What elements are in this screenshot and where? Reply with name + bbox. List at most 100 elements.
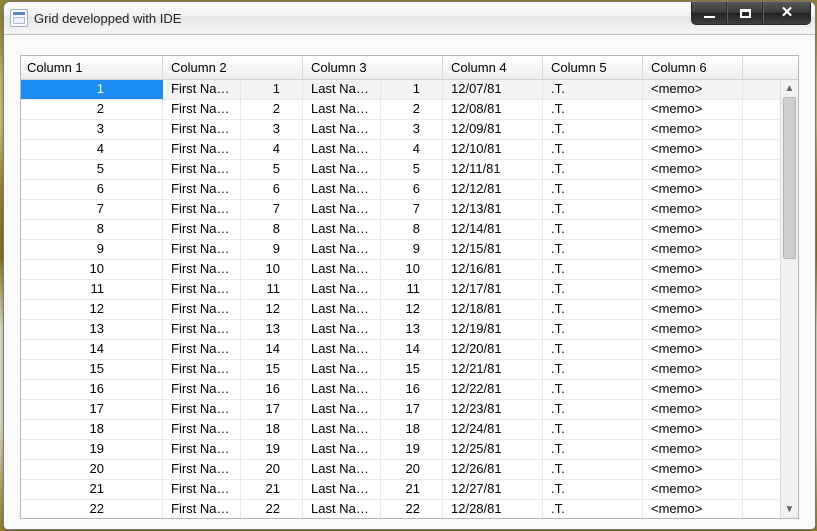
cell-c5[interactable]: .T.	[543, 140, 643, 160]
table-row[interactable]: 9First Name9Last Name912/15/81.T.<memo>	[21, 240, 781, 260]
table-row[interactable]: 7First Name7Last Name712/13/81.T.<memo>	[21, 200, 781, 220]
cell-c2-idx[interactable]: 8	[241, 220, 303, 240]
cell-c1[interactable]: 12	[21, 300, 163, 320]
cell-c1[interactable]: 22	[21, 500, 163, 518]
cell-c3-name[interactable]: Last Name	[303, 480, 381, 500]
table-row[interactable]: 11First Name11Last Name1112/17/81.T.<mem…	[21, 280, 781, 300]
table-row[interactable]: 5First Name5Last Name512/11/81.T.<memo>	[21, 160, 781, 180]
cell-c6[interactable]: <memo>	[643, 240, 743, 260]
cell-c2-name[interactable]: First Name	[163, 420, 241, 440]
cell-c6[interactable]: <memo>	[643, 180, 743, 200]
table-row[interactable]: 21First Name21Last Name2112/27/81.T.<mem…	[21, 480, 781, 500]
cell-c2-name[interactable]: First Name	[163, 460, 241, 480]
cell-c4[interactable]: 12/15/81	[443, 240, 543, 260]
cell-c2-idx[interactable]: 18	[241, 420, 303, 440]
cell-c6[interactable]: <memo>	[643, 100, 743, 120]
table-row[interactable]: 15First Name15Last Name1512/21/81.T.<mem…	[21, 360, 781, 380]
cell-c2-idx[interactable]: 21	[241, 480, 303, 500]
table-row[interactable]: 10First Name10Last Name1012/16/81.T.<mem…	[21, 260, 781, 280]
cell-c2-idx[interactable]: 22	[241, 500, 303, 518]
cell-c3-name[interactable]: Last Name	[303, 240, 381, 260]
column-header-c5[interactable]: Column 5	[543, 56, 643, 79]
cell-c3-name[interactable]: Last Name	[303, 220, 381, 240]
cell-c3-idx[interactable]: 16	[381, 380, 443, 400]
cell-c5[interactable]: .T.	[543, 180, 643, 200]
cell-c2-name[interactable]: First Name	[163, 380, 241, 400]
cell-c3-idx[interactable]: 8	[381, 220, 443, 240]
cell-c5[interactable]: .T.	[543, 300, 643, 320]
cell-c2-name[interactable]: First Name	[163, 140, 241, 160]
cell-c5[interactable]: .T.	[543, 280, 643, 300]
grid-viewport[interactable]: 1First Name1Last Name112/07/81.T.<memo>2…	[21, 80, 781, 518]
cell-c4[interactable]: 12/07/81	[443, 80, 543, 100]
cell-c3-idx[interactable]: 15	[381, 360, 443, 380]
cell-c6[interactable]: <memo>	[643, 480, 743, 500]
table-row[interactable]: 17First Name17Last Name1712/23/81.T.<mem…	[21, 400, 781, 420]
cell-c2-idx[interactable]: 17	[241, 400, 303, 420]
cell-c1[interactable]: 2	[21, 100, 163, 120]
cell-c2-name[interactable]: First Name	[163, 220, 241, 240]
cell-c6[interactable]: <memo>	[643, 260, 743, 280]
cell-c1[interactable]: 16	[21, 380, 163, 400]
cell-c3-name[interactable]: Last Name	[303, 340, 381, 360]
cell-c5[interactable]: .T.	[543, 500, 643, 518]
column-header-c2[interactable]: Column 2	[163, 56, 303, 79]
cell-c1[interactable]: 1	[21, 80, 163, 100]
table-row[interactable]: 22First Name22Last Name2212/28/81.T.<mem…	[21, 500, 781, 518]
cell-c6[interactable]: <memo>	[643, 200, 743, 220]
cell-c4[interactable]: 12/28/81	[443, 500, 543, 518]
cell-c3-idx[interactable]: 10	[381, 260, 443, 280]
cell-c5[interactable]: .T.	[543, 460, 643, 480]
scroll-up-button[interactable]: ▲	[781, 80, 798, 97]
column-header-c1[interactable]: Column 1	[21, 56, 163, 79]
cell-c5[interactable]: .T.	[543, 320, 643, 340]
cell-c2-name[interactable]: First Name	[163, 280, 241, 300]
close-button[interactable]: ✕	[763, 2, 811, 25]
cell-c3-idx[interactable]: 6	[381, 180, 443, 200]
cell-c4[interactable]: 12/23/81	[443, 400, 543, 420]
scrollbar-track[interactable]	[781, 97, 798, 501]
cell-c6[interactable]: <memo>	[643, 440, 743, 460]
cell-c1[interactable]: 20	[21, 460, 163, 480]
cell-c3-idx[interactable]: 7	[381, 200, 443, 220]
cell-c3-idx[interactable]: 20	[381, 460, 443, 480]
cell-c5[interactable]: .T.	[543, 360, 643, 380]
cell-c3-idx[interactable]: 21	[381, 480, 443, 500]
cell-c2-idx[interactable]: 19	[241, 440, 303, 460]
cell-c6[interactable]: <memo>	[643, 420, 743, 440]
cell-c2-idx[interactable]: 9	[241, 240, 303, 260]
cell-c3-name[interactable]: Last Name	[303, 120, 381, 140]
cell-c6[interactable]: <memo>	[643, 160, 743, 180]
cell-c4[interactable]: 12/22/81	[443, 380, 543, 400]
cell-c4[interactable]: 12/12/81	[443, 180, 543, 200]
cell-c4[interactable]: 12/24/81	[443, 420, 543, 440]
cell-c1[interactable]: 19	[21, 440, 163, 460]
table-row[interactable]: 13First Name13Last Name1312/19/81.T.<mem…	[21, 320, 781, 340]
cell-c2-name[interactable]: First Name	[163, 440, 241, 460]
cell-c3-name[interactable]: Last Name	[303, 440, 381, 460]
column-header-c4[interactable]: Column 4	[443, 56, 543, 79]
cell-c3-name[interactable]: Last Name	[303, 160, 381, 180]
cell-c2-idx[interactable]: 11	[241, 280, 303, 300]
cell-c6[interactable]: <memo>	[643, 120, 743, 140]
cell-c6[interactable]: <memo>	[643, 300, 743, 320]
cell-c3-idx[interactable]: 2	[381, 100, 443, 120]
cell-c2-name[interactable]: First Name	[163, 320, 241, 340]
column-header-c3[interactable]: Column 3	[303, 56, 443, 79]
cell-c3-idx[interactable]: 19	[381, 440, 443, 460]
cell-c3-idx[interactable]: 18	[381, 420, 443, 440]
cell-c5[interactable]: .T.	[543, 240, 643, 260]
cell-c2-name[interactable]: First Name	[163, 260, 241, 280]
cell-c2-idx[interactable]: 2	[241, 100, 303, 120]
cell-c3-name[interactable]: Last Name	[303, 420, 381, 440]
column-header-c6[interactable]: Column 6	[643, 56, 743, 79]
cell-c6[interactable]: <memo>	[643, 320, 743, 340]
maximize-button[interactable]	[727, 2, 763, 25]
cell-c3-name[interactable]: Last Name	[303, 360, 381, 380]
cell-c1[interactable]: 3	[21, 120, 163, 140]
cell-c1[interactable]: 5	[21, 160, 163, 180]
cell-c2-idx[interactable]: 6	[241, 180, 303, 200]
cell-c2-name[interactable]: First Name	[163, 200, 241, 220]
cell-c3-name[interactable]: Last Name	[303, 400, 381, 420]
cell-c2-name[interactable]: First Name	[163, 100, 241, 120]
